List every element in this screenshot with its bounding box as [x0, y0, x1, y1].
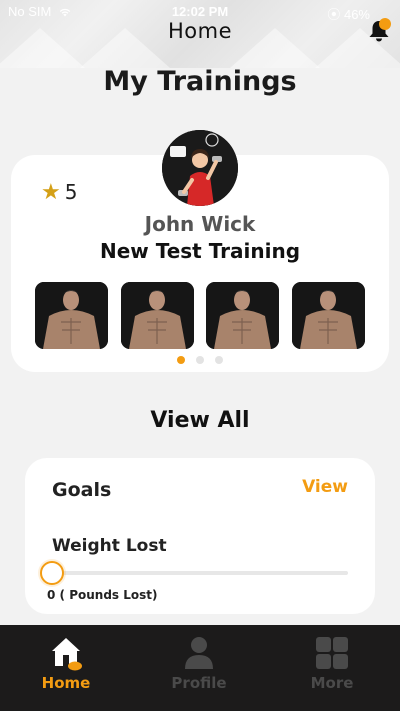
weight-progress-thumb[interactable]	[40, 561, 64, 585]
weight-lost-label: Weight Lost	[52, 536, 167, 556]
header: No SIM 12:02 PM ⦿ 46% Home	[0, 0, 400, 68]
training-name: New Test Training	[99, 239, 301, 263]
pager-dot[interactable]	[215, 356, 224, 364]
workout-thumbnail[interactable]	[121, 282, 194, 349]
goals-card: Goals View Weight Lost 0 ( Pounds Lost)	[25, 458, 375, 614]
trainer-name: John Wick	[144, 212, 256, 236]
pager-dot[interactable]	[196, 356, 204, 364]
workout-thumbnail[interactable]	[206, 282, 279, 349]
rating-value: 5	[64, 180, 78, 204]
rating: ★ 5	[41, 180, 77, 205]
bottom-nav: Home Profile More	[0, 625, 400, 711]
weight-progress-track	[52, 571, 348, 575]
athlete-image	[292, 282, 365, 349]
nav-more-label: More	[310, 674, 354, 692]
athlete-image	[206, 282, 279, 349]
workout-thumbnails	[35, 282, 367, 349]
view-all-button[interactable]: View All	[0, 408, 400, 433]
workout-thumbnail[interactable]	[292, 282, 365, 349]
nav-more[interactable]: More	[292, 635, 372, 692]
pounds-lost-text: 0 ( Pounds Lost)	[47, 588, 158, 602]
grid-icon	[316, 637, 348, 669]
carousel-pager	[11, 349, 389, 368]
section-title: My Trainings	[103, 66, 297, 97]
workout-thumbnail[interactable]	[35, 282, 108, 349]
pager-dot[interactable]	[176, 356, 185, 364]
nav-profile[interactable]: Profile	[159, 635, 239, 692]
trainer-avatar[interactable]	[162, 130, 238, 206]
goals-view-button[interactable]: View	[302, 477, 348, 497]
notification-badge	[379, 18, 391, 30]
notification-button[interactable]	[366, 18, 392, 44]
athlete-image	[35, 282, 108, 349]
profile-icon	[185, 637, 213, 669]
nav-home-label: Home	[41, 674, 91, 692]
trainer-illustration	[162, 130, 238, 206]
home-icon	[52, 638, 82, 671]
nav-profile-label: Profile	[171, 674, 227, 692]
athlete-image	[121, 282, 194, 349]
nav-home[interactable]: Home	[26, 635, 106, 692]
page-title: Home	[167, 19, 232, 43]
star-icon: ★	[41, 180, 61, 205]
goals-title: Goals	[52, 479, 112, 501]
